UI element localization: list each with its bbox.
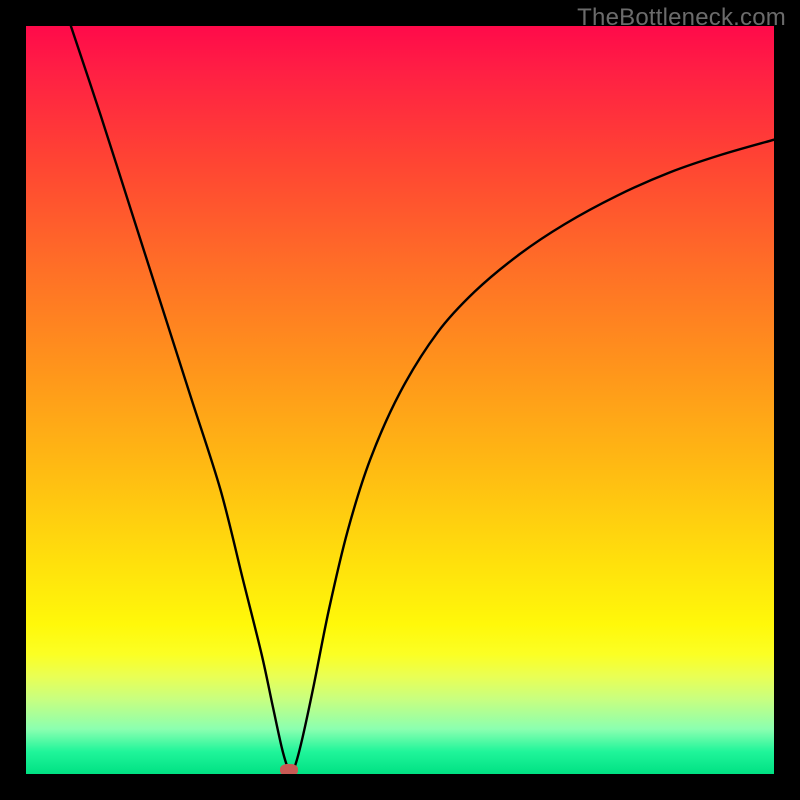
minimum-marker-icon — [280, 764, 298, 775]
plot-area — [26, 26, 774, 774]
chart-frame: TheBottleneck.com — [0, 0, 800, 800]
bottleneck-curve — [26, 26, 774, 774]
watermark-text: TheBottleneck.com — [577, 4, 786, 32]
